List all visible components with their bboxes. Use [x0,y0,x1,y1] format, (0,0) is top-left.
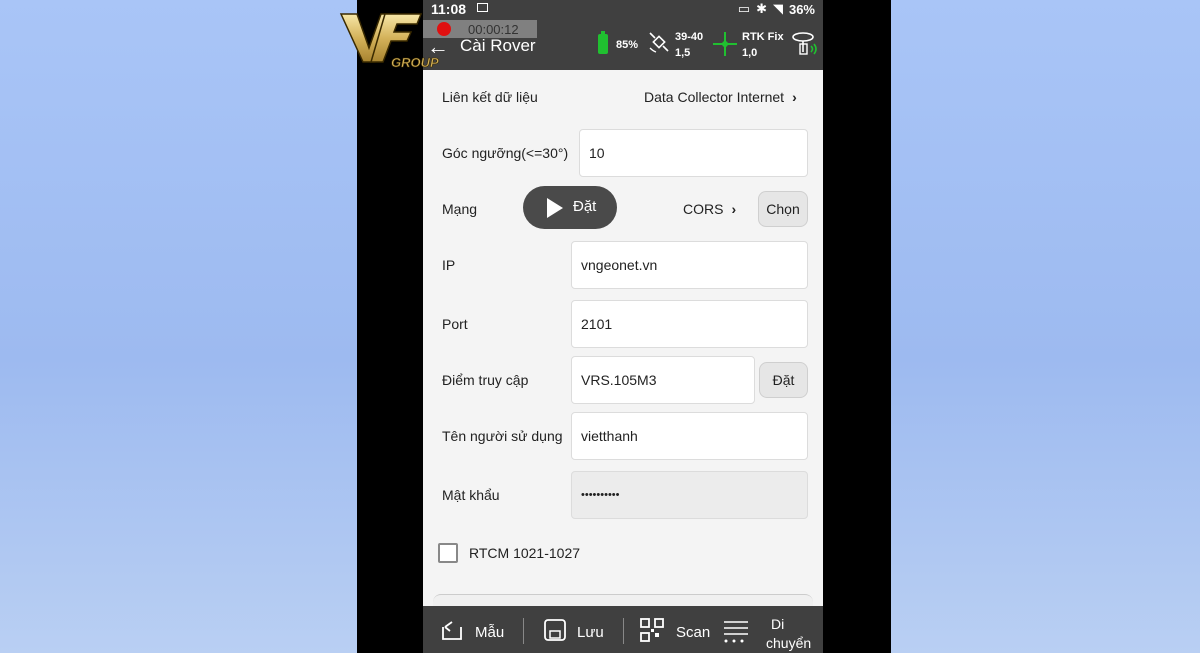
move-label-line1: Di [771,616,785,632]
status-battery: 36% [788,1,815,17]
cast-icon: ▭ [737,1,751,16]
choose-network-button[interactable]: Chọn [758,191,808,227]
mountpoint-input[interactable]: VRS.105M3 [571,356,755,404]
rtk-status: RTK Fix [742,31,784,43]
cutoff-angle-input[interactable]: 10 [579,129,808,177]
network-value: CORS [683,201,724,217]
password-label: Mật khẩu [442,487,500,503]
rtk-crosshair-icon[interactable] [712,31,738,57]
save-label: Lưu [577,624,604,641]
rtcm-checkbox[interactable] [438,543,458,563]
port-label: Port [442,316,468,332]
satellite-pdop: 1,5 [675,47,691,59]
satellite-count: 39-40 [675,31,704,43]
network-selector[interactable]: CORS › [683,201,736,217]
username-input[interactable]: vietthanh [571,412,808,460]
qr-code-icon [640,618,664,642]
data-link-label: Liên kết dữ liệu [442,89,538,105]
data-link-value: Data Collector Internet [644,89,785,105]
play-overlay-label: Đặt [573,198,597,215]
network-label: Mạng [442,201,478,217]
template-label: Mẫu [475,624,505,641]
rtcm-label: RTCM 1021-1027 [469,545,581,561]
scan-button[interactable]: Scan [640,606,730,653]
bottom-toolbar: Mẫu Lưu Scan Di chuyển [423,606,823,653]
username-label: Tên người sử dụng [442,428,563,444]
receiver-battery-icon [598,31,608,54]
chevron-right-icon: › [792,89,797,105]
set-mountpoint-button[interactable]: Đặt [759,362,808,398]
toolbar-divider [623,618,624,644]
record-time: 00:00:12 [468,22,519,37]
password-input[interactable]: •••••••••• [571,471,808,519]
move-button[interactable]: Di chuyển [723,606,823,653]
undo-icon [442,621,462,640]
move-label-line2: chuyển [766,635,812,651]
list-icon [724,621,748,643]
receiver-battery: 85% [616,39,639,51]
app-header: 11:08 ▭ ✱ ◥ 36% 00:00:12 ← Cài Rover 85%… [423,0,823,70]
notification-icon [477,3,488,12]
satellite-icon[interactable] [647,30,671,54]
ip-input[interactable]: vngeonet.vn [571,241,808,289]
mountpoint-label: Điểm truy cập [442,372,529,388]
logo-text: GROUP [391,55,439,70]
status-right: ▭ ✱ ◥ 36% [738,1,815,17]
port-input[interactable]: 2101 [571,300,808,348]
scan-label: Scan [676,624,711,641]
rover-receiver-icon[interactable] [791,30,819,58]
data-link-selector[interactable]: Data Collector Internet › [644,89,797,105]
bluetooth-icon: ✱ [756,1,767,16]
phone-screen: 11:08 ▭ ✱ ◥ 36% 00:00:12 ← Cài Rover 85%… [423,0,823,653]
ip-label: IP [442,257,456,273]
page-title: Cài Rover [460,36,536,55]
rtk-value: 1,0 [742,47,758,59]
vf-group-logo: GROUP [339,13,439,70]
save-button[interactable]: Lưu [543,606,628,653]
template-button[interactable]: Mẫu [439,606,529,653]
toolbar-divider [523,618,524,644]
play-overlay-button[interactable]: Đặt [523,186,617,229]
chevron-right-icon: › [731,201,737,217]
wifi-icon: ◥ [772,1,783,16]
save-icon [544,619,566,641]
play-icon [547,198,563,218]
cutoff-angle-label: Góc ngưỡng(<=30°) [442,145,569,161]
